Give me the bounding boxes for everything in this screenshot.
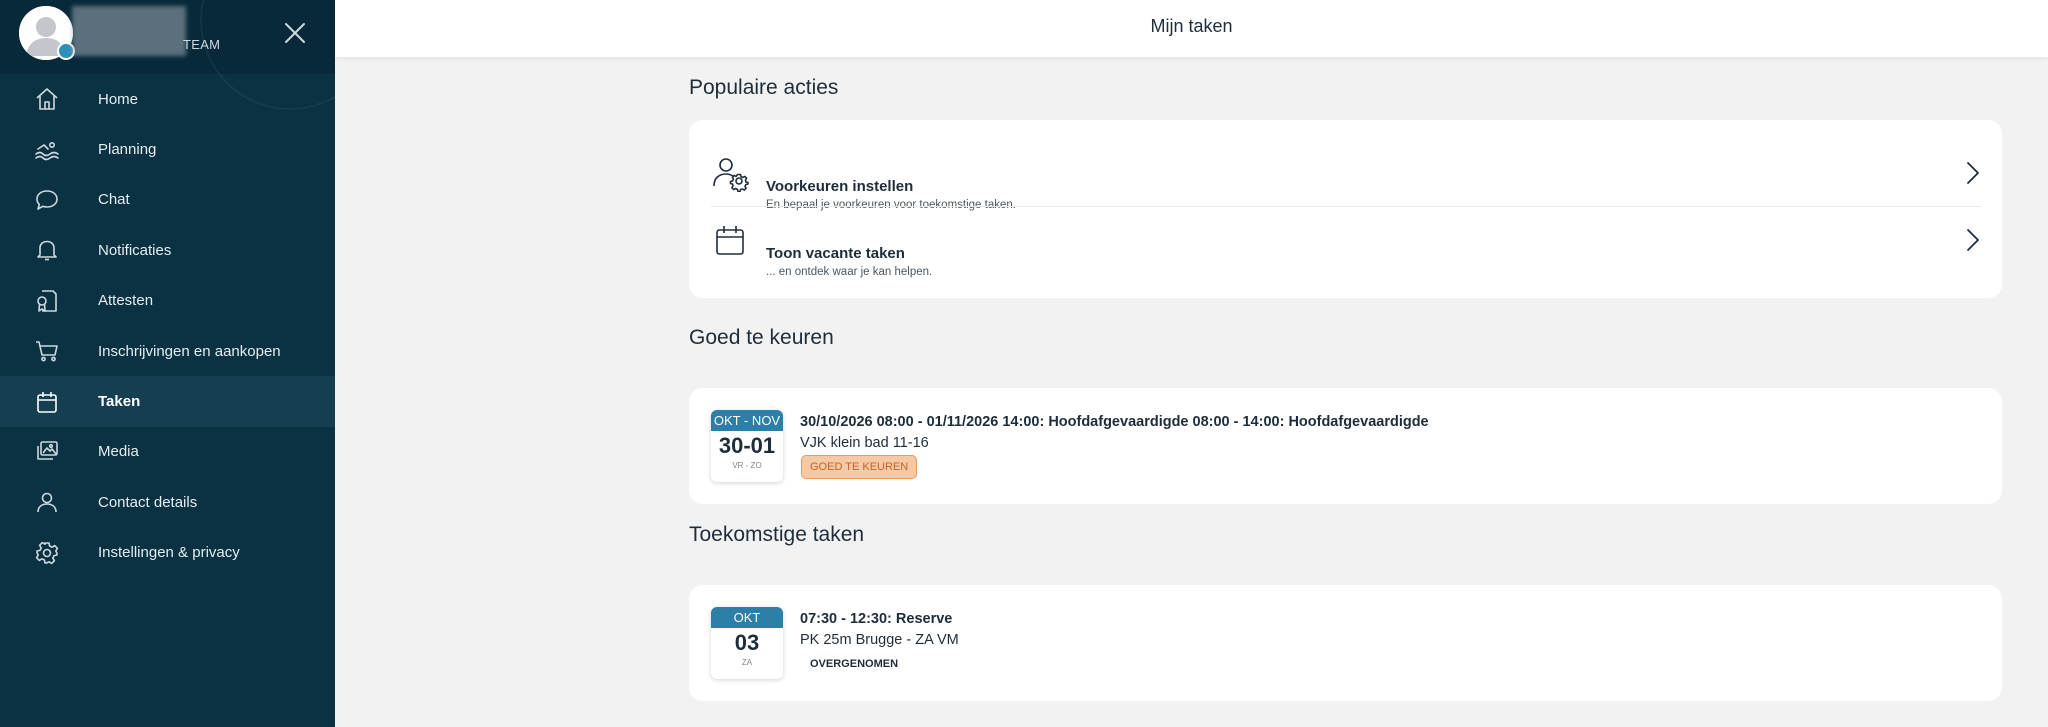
page-title: Mijn taken bbox=[1150, 16, 1233, 36]
popular-actions-card: Voorkeuren instellen En bepaal je voorke… bbox=[689, 120, 2002, 298]
sidebar-item-label: Notificaties bbox=[98, 241, 172, 259]
user-settings-icon bbox=[711, 154, 749, 192]
sidebar-item-label: Media bbox=[98, 443, 139, 461]
sidebar-item-label: Taken bbox=[98, 393, 141, 411]
chevron-right-icon bbox=[1965, 161, 1981, 185]
date-day: 30-01 bbox=[718, 433, 776, 458]
date-month: OKT - NOV bbox=[711, 410, 783, 431]
sidebar-item-label: Inschrijvingen en aankopen bbox=[98, 342, 281, 360]
status-badge: OVERGENOMEN bbox=[810, 658, 899, 670]
date-weekday: VR - ZO bbox=[732, 461, 762, 470]
calendar-icon bbox=[33, 388, 61, 416]
sidebar-item-label: Attesten bbox=[98, 292, 154, 310]
chat-icon bbox=[33, 186, 61, 214]
top-bar: Mijn taken bbox=[335, 0, 2048, 57]
sidebar-item-attesten[interactable]: Attesten bbox=[0, 276, 335, 326]
sidebar-header: TEAM bbox=[0, 0, 335, 110]
sidebar-item-label: Contact details bbox=[98, 493, 198, 511]
section-title-popular: Populaire acties bbox=[689, 76, 839, 99]
sidebar-item-notificaties[interactable]: Notificaties bbox=[0, 225, 335, 275]
media-icon bbox=[33, 438, 61, 466]
date-badge: OKT - NOV 30-01 VR - ZO bbox=[711, 410, 783, 482]
date-month: OKT bbox=[711, 607, 783, 628]
sidebar-item-instellingen[interactable]: Instellingen & privacy bbox=[0, 528, 335, 578]
date-day: 03 bbox=[734, 630, 760, 655]
task-card-upcoming[interactable]: OKT 03 ZA 07:30 - 12:30: Reserve PK 25m … bbox=[689, 585, 2002, 701]
certificate-icon bbox=[33, 287, 61, 315]
home-icon bbox=[33, 85, 61, 113]
swimmer-icon bbox=[33, 136, 61, 164]
action-title: Voorkeuren instellen bbox=[766, 178, 914, 195]
sidebar-item-home[interactable]: Home bbox=[0, 74, 335, 124]
sidebar: TEAM Home Planning Chat Notificaties Att… bbox=[0, 0, 335, 727]
sidebar-nav: Home Planning Chat Notificaties Attesten bbox=[0, 74, 335, 578]
sidebar-item-inschrijvingen[interactable]: Inschrijvingen en aankopen bbox=[0, 326, 335, 376]
task-card-approve[interactable]: OKT - NOV 30-01 VR - ZO 30/10/2026 08:00… bbox=[689, 388, 2002, 504]
sidebar-item-label: Planning bbox=[98, 141, 157, 159]
sidebar-item-label: Instellingen & privacy bbox=[98, 544, 240, 562]
sidebar-item-label: Chat bbox=[98, 191, 130, 209]
calendar-icon bbox=[711, 221, 749, 259]
task-title: 30/10/2026 08:00 - 01/11/2026 14:00: Hoo… bbox=[800, 414, 1429, 430]
task-location: PK 25m Brugge - ZA VM bbox=[800, 632, 959, 648]
person-icon bbox=[33, 488, 61, 516]
sidebar-item-chat[interactable]: Chat bbox=[0, 175, 335, 225]
task-title: 07:30 - 12:30: Reserve bbox=[800, 611, 953, 627]
sidebar-item-media[interactable]: Media bbox=[0, 427, 335, 477]
bell-icon bbox=[33, 236, 61, 264]
sidebar-item-planning[interactable]: Planning bbox=[0, 124, 335, 174]
cart-icon bbox=[33, 337, 61, 365]
task-location: VJK klein bad 11-16 bbox=[800, 435, 929, 451]
action-toon-vacante-taken[interactable]: Toon vacante taken ... en ontdek waar je… bbox=[711, 206, 1981, 278]
action-subtitle: ... en ontdek waar je kan helpen. bbox=[766, 266, 933, 278]
section-title-approve: Goed te keuren bbox=[689, 326, 834, 349]
close-icon[interactable] bbox=[282, 20, 308, 46]
sidebar-item-taken[interactable]: Taken bbox=[0, 376, 335, 427]
action-title: Toon vacante taken bbox=[766, 245, 905, 262]
date-weekday: ZA bbox=[741, 658, 753, 667]
user-name-redacted bbox=[72, 6, 186, 56]
section-title-upcoming: Toekomstige taken bbox=[689, 523, 865, 546]
date-badge: OKT 03 ZA bbox=[711, 607, 783, 679]
action-voorkeuren-instellen[interactable]: Voorkeuren instellen En bepaal je voorke… bbox=[711, 140, 1981, 211]
team-label: TEAM bbox=[183, 37, 221, 52]
chevron-right-icon bbox=[1965, 228, 1981, 252]
gear-icon bbox=[33, 539, 61, 567]
sidebar-item-contact-details[interactable]: Contact details bbox=[0, 477, 335, 527]
sidebar-item-label: Home bbox=[98, 90, 139, 108]
status-badge: GOED TE KEUREN bbox=[801, 455, 918, 479]
